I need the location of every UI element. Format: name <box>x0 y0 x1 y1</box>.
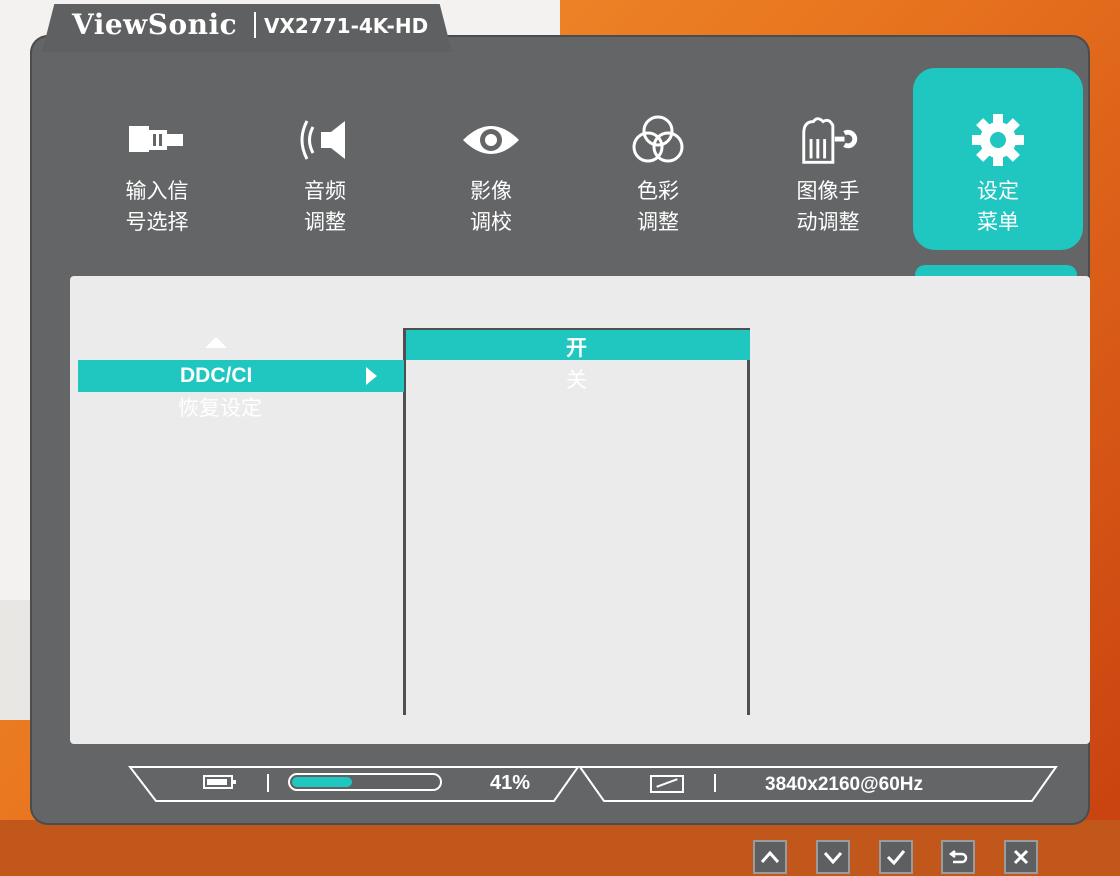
return-icon <box>948 850 968 864</box>
close-icon <box>1013 849 1029 865</box>
submenu-item-reset[interactable]: 恢复设定 <box>78 392 404 422</box>
tab-label-line1: 输入信 <box>125 179 189 203</box>
hw-close-button[interactable] <box>1004 840 1038 874</box>
brand-separator <box>254 12 256 38</box>
tab-label-line2: 菜单 <box>977 210 1019 234</box>
option-off[interactable]: 关 <box>406 362 750 392</box>
display-resolution-icon <box>650 775 684 793</box>
level-progress-bar <box>288 773 442 791</box>
color-circles-icon <box>626 112 690 168</box>
tab-label-line1: 影像 <box>470 179 512 203</box>
tab-label-line2: 号选择 <box>125 210 189 234</box>
model-name: VX2771-4K-HD <box>264 14 429 38</box>
status-separator <box>267 774 269 792</box>
tab-label-line2: 调整 <box>637 210 679 234</box>
down-arrow-icon <box>823 852 843 864</box>
tab-audio-adjust[interactable]: 音频 调整 <box>240 68 410 248</box>
submenu-item-ddc-ci[interactable]: DDC/CI <box>78 360 404 392</box>
submenu-item-label: 恢复设定 <box>178 397 262 420</box>
tab-label-line1: 图像手 <box>796 179 860 203</box>
status-separator <box>714 774 716 792</box>
tab-input-select[interactable]: 输入信 号选择 <box>72 68 242 248</box>
hw-down-button[interactable] <box>816 840 850 874</box>
check-icon <box>886 850 906 865</box>
hw-up-button[interactable] <box>753 840 787 874</box>
tab-label-line1: 色彩 <box>637 179 679 203</box>
option-on[interactable]: 开 <box>406 330 750 360</box>
resolution-text: 3840x2160@60Hz <box>765 774 923 795</box>
tab-label-line2: 调校 <box>470 210 512 234</box>
up-arrow-icon <box>760 850 780 863</box>
speaker-icon <box>293 112 357 168</box>
tab-label-line2: 调整 <box>304 210 346 234</box>
scroll-up-arrow-icon[interactable] <box>205 337 227 348</box>
chevron-right-icon <box>366 367 377 385</box>
brand-logo: ViewSonic <box>72 8 238 41</box>
eye-icon <box>459 112 523 168</box>
tab-manual-image-adjust[interactable]: 图像手 动调整 <box>743 68 913 248</box>
tab-color-adjust[interactable]: 色彩 调整 <box>573 68 743 248</box>
submenu-item-label: DDC/CI <box>180 364 253 387</box>
tab-label-line1: 设定 <box>977 179 1019 203</box>
hw-return-button[interactable] <box>941 840 975 874</box>
tab-image-calibration[interactable]: 影像 调校 <box>406 68 576 248</box>
level-percent: 41% <box>490 772 531 794</box>
level-progress-fill <box>292 777 352 787</box>
tab-label-line1: 音频 <box>304 179 346 203</box>
tab-settings-menu[interactable]: 设定 菜单 <box>913 68 1083 250</box>
input-source-icon <box>125 112 189 168</box>
battery-icon <box>203 775 236 789</box>
option-label: 开 <box>566 337 587 360</box>
tab-label-line2: 动调整 <box>796 210 860 234</box>
hw-confirm-button[interactable] <box>879 840 913 874</box>
manual-image-adjust-icon <box>796 112 860 168</box>
gear-icon <box>966 112 1030 168</box>
option-label: 关 <box>566 369 587 392</box>
